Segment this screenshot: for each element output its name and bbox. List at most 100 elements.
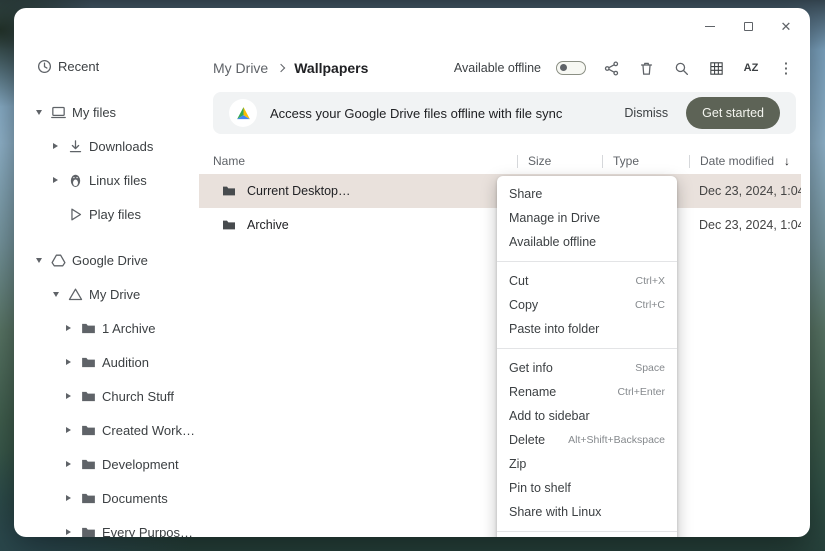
dismiss-button[interactable]: Dismiss [624,106,668,120]
expand-arrow-icon[interactable] [66,529,80,535]
sidebar-item-my-drive[interactable]: My Drive [14,277,199,311]
laptop-icon [50,104,72,121]
collapse-arrow-icon[interactable] [36,110,50,115]
expand-arrow-icon[interactable] [53,143,67,149]
expand-arrow-icon[interactable] [66,495,80,501]
menu-item-label: Get info [509,361,553,375]
column-header-type[interactable]: Type [602,148,689,174]
menu-item-get-info[interactable]: Get info Space [497,356,677,380]
menu-item-shortcut: Space [635,362,665,374]
sidebar-item-google-drive[interactable]: Google Drive [14,243,199,277]
column-header-size[interactable]: Size [517,148,602,174]
menu-item-available-offline[interactable]: Available offline [497,230,677,254]
folder-icon [221,217,237,233]
menu-separator [497,261,677,262]
breadcrumb-parent[interactable]: My Drive [213,60,268,76]
column-header-date-modified[interactable]: Date modified ↓ [689,148,801,174]
my-drive-icon [67,286,89,303]
expand-arrow-icon[interactable] [66,325,80,331]
sidebar-item-label: My files [72,105,116,120]
folder-icon [80,456,102,473]
breadcrumb-current: Wallpapers [294,60,368,76]
sidebar-item-church-stuff[interactable]: Church Stuff [14,379,199,413]
menu-item-share-with-linux[interactable]: Share with Linux [497,500,677,524]
sidebar-item-1-archive[interactable]: 1 Archive [14,311,199,345]
expand-arrow-icon[interactable] [66,359,80,365]
sort-az-icon[interactable]: AZ [741,58,761,78]
toolbar: My Drive Wallpapers Available offline [199,44,810,92]
menu-item-label: Pin to shelf [509,481,571,495]
search-icon[interactable] [671,58,691,78]
expand-arrow-icon[interactable] [66,461,80,467]
sidebar-item-downloads[interactable]: Downloads [14,129,199,163]
google-drive-icon [50,252,72,269]
penguin-icon [67,172,89,189]
folder-icon [80,354,102,371]
sidebar-item-play-files[interactable]: Play files [14,197,199,231]
breadcrumb: My Drive Wallpapers [213,60,368,76]
desktop-wallpaper: ✕ Recent My files [0,0,825,551]
expand-arrow-icon[interactable] [53,177,67,183]
column-header-label: Date modified [700,154,774,168]
sidebar-item-label: Documents [102,491,168,506]
share-icon[interactable] [601,58,621,78]
menu-item-label: Share [509,187,542,201]
menu-item-shortcut: Ctrl+C [635,299,665,311]
file-date-modified: Dec 23, 2024, 1:04 … [689,218,801,232]
close-button-icon[interactable]: ✕ [778,18,794,34]
menu-item-shortcut: Ctrl+Enter [617,386,665,398]
folder-icon [80,524,102,538]
folder-icon [80,422,102,439]
sidebar-item-audition[interactable]: Audition [14,345,199,379]
minimize-button-icon[interactable] [702,18,718,34]
maximize-button-icon[interactable] [740,18,756,34]
sidebar-item-my-files[interactable]: My files [14,95,199,129]
menu-item-zip[interactable]: Zip [497,452,677,476]
delete-icon[interactable] [636,58,656,78]
sidebar-item-label: Downloads [89,139,153,154]
sidebar-item-development[interactable]: Development [14,447,199,481]
menu-item-copy[interactable]: Copy Ctrl+C [497,293,677,317]
file-name: Current Desktop… [247,184,351,198]
grid-view-icon[interactable] [706,58,726,78]
sidebar-item-every-purpose[interactable]: Every Purpose … [14,515,199,537]
banner-message: Access your Google Drive files offline w… [270,106,562,121]
menu-item-pin-to-shelf[interactable]: Pin to shelf [497,476,677,500]
get-started-button[interactable]: Get started [686,97,780,129]
menu-item-add-to-sidebar[interactable]: Add to sidebar [497,404,677,428]
menu-item-label: Manage in Drive [509,211,600,225]
more-options-icon[interactable]: ⋮ [776,58,796,78]
download-icon [67,138,89,155]
menu-item-label: Zip [509,457,526,471]
sidebar-item-label: Play files [89,207,141,222]
sidebar-item-created-works[interactable]: Created Works… [14,413,199,447]
sort-descending-icon: ↓ [784,154,790,168]
menu-item-rename[interactable]: Rename Ctrl+Enter [497,380,677,404]
collapse-arrow-icon[interactable] [36,258,50,263]
folder-icon [80,320,102,337]
expand-arrow-icon[interactable] [66,427,80,433]
sidebar-item-recent[interactable]: Recent [14,49,199,83]
sidebar-item-linux-files[interactable]: Linux files [14,163,199,197]
menu-item-delete[interactable]: Delete Alt+Shift+Backspace [497,428,677,452]
column-header-name[interactable]: Name [199,148,517,174]
sidebar-item-label: Linux files [89,173,147,188]
menu-item-share[interactable]: Share [497,182,677,206]
collapse-arrow-icon[interactable] [53,292,67,297]
menu-item-shortcut: Ctrl+X [636,275,665,287]
menu-item-label: Share with Linux [509,505,601,519]
available-offline-toggle[interactable] [556,61,586,75]
chevron-right-icon [277,64,285,72]
sidebar-item-label: Development [102,457,179,472]
menu-item-label: Cut [509,274,528,288]
sidebar-item-documents[interactable]: Documents [14,481,199,515]
banner-actions: Dismiss Get started [624,97,780,129]
sidebar-item-label: My Drive [89,287,140,302]
expand-arrow-icon[interactable] [66,393,80,399]
folder-icon [221,183,237,199]
menu-item-manage-in-drive[interactable]: Manage in Drive [497,206,677,230]
files-app-window: ✕ Recent My files [14,8,810,537]
menu-item-cut[interactable]: Cut Ctrl+X [497,269,677,293]
menu-item-paste-into-folder[interactable]: Paste into folder [497,317,677,341]
play-icon [67,206,89,223]
